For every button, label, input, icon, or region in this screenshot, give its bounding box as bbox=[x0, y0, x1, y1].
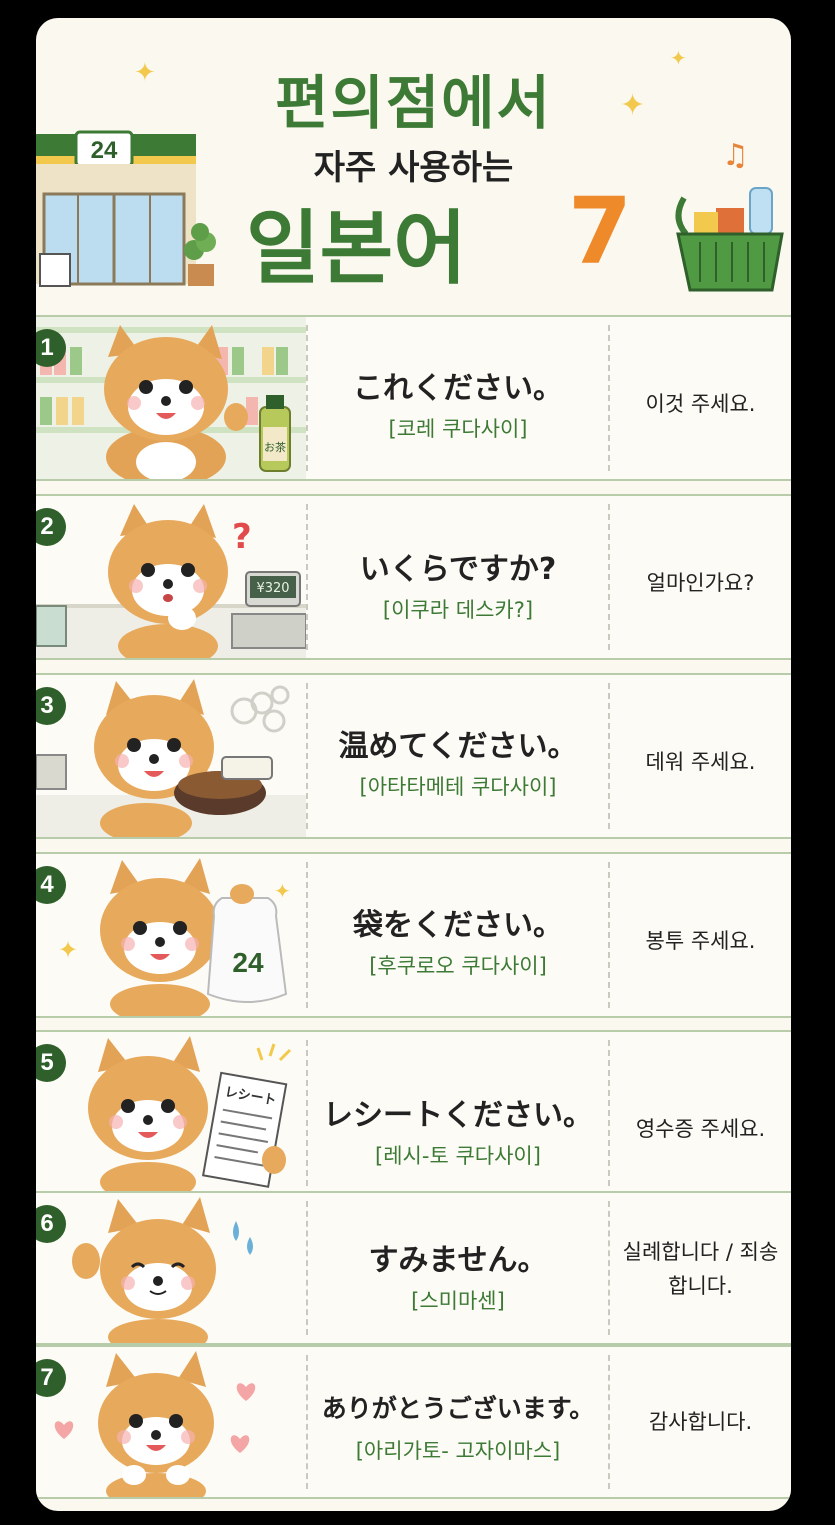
phrase-row-2: ? ¥320 2 いくらですか? [이쿠라 데스카?] 얼마인가요? bbox=[36, 494, 791, 660]
title-number: 7 bbox=[568, 178, 633, 285]
korean-meaning: 봉투 주세요. bbox=[645, 929, 756, 953]
phrase-row-7: 7 ありがとうございます。 [아리가토- 고자이마스] 감사합니다. bbox=[36, 1345, 791, 1499]
korean-meaning: 데워 주세요. bbox=[645, 750, 756, 774]
japanese-phrase: ありがとうございます。 bbox=[321, 1394, 595, 1423]
korean-meaning: 얼마인가요? bbox=[646, 571, 755, 595]
korean-meaning: 이것 주세요. bbox=[645, 392, 756, 416]
header: ✦ ✦ ✦ ♫ 편의점에서 자주 사용하는 일본어 7 24 bbox=[36, 18, 791, 314]
shiba-asking-illustration: ? ¥320 bbox=[36, 504, 306, 658]
shiba-thanks-illustration bbox=[54, 1351, 256, 1497]
korean-reading: [코레 쿠다사이] bbox=[388, 417, 528, 441]
store-sign: 24 bbox=[91, 137, 118, 164]
shiba-bento-illustration bbox=[36, 679, 306, 837]
question-mark-icon: ? bbox=[232, 517, 252, 557]
price-display: ¥320 bbox=[256, 581, 289, 596]
japanese-phrase: いくらですか? bbox=[359, 552, 557, 587]
japanese-phrase: すみません。 bbox=[368, 1243, 548, 1278]
korean-meaning: 실례합니다 / 죄송합니다. bbox=[622, 1240, 779, 1298]
shiba-bag-illustration: ✦ ✦ 24 bbox=[58, 858, 291, 1016]
shiba-pointing-illustration: お茶 bbox=[36, 317, 306, 479]
shiba-receipt-illustration: レシート bbox=[88, 1036, 292, 1194]
infographic-card: ✦ ✦ ✦ ♫ 편의점에서 자주 사용하는 일본어 7 24 お茶 1 これくだ… bbox=[36, 18, 791, 1511]
bottle-label: お茶 bbox=[264, 441, 286, 454]
korean-reading: [아리가토- 고자이마스] bbox=[355, 1439, 561, 1463]
phrase-row-5: レシート 5 レシートください。 [레시-토 쿠다사이] 영수증 주세요. bbox=[36, 1030, 791, 1196]
korean-reading: [레시-토 쿠다사이] bbox=[375, 1144, 541, 1168]
korean-reading: [아타타메테 쿠다사이] bbox=[359, 775, 557, 799]
shopping-basket-icon bbox=[675, 187, 784, 292]
japanese-phrase: 温めてください。 bbox=[338, 729, 578, 764]
japanese-phrase: これください。 bbox=[353, 371, 563, 406]
korean-meaning: 영수증 주세요. bbox=[635, 1117, 766, 1141]
phrase-row-4: ✦ ✦ 24 4 袋をください。 [후쿠로오 쿠다사이] 봉투 주세요. bbox=[36, 852, 791, 1018]
phrase-row-6: 6 すみません。 [스미마센] 실례합니다 / 죄송합니다. bbox=[36, 1191, 791, 1345]
sparkle-icon: ✦ bbox=[274, 879, 291, 903]
phrase-row-1: お茶 1 これください。 [코레 쿠다사이] 이것 주세요. bbox=[36, 315, 791, 481]
sparkle-icon: ✦ bbox=[58, 936, 78, 964]
shiba-waving-illustration bbox=[72, 1197, 253, 1343]
korean-reading: [스미마센] bbox=[411, 1289, 505, 1313]
title-line-3: 일본어 bbox=[246, 202, 467, 295]
japanese-phrase: 袋をください。 bbox=[353, 908, 563, 943]
korean-reading: [후쿠로오 쿠다사이] bbox=[369, 954, 547, 978]
convenience-store-icon: 24 bbox=[36, 130, 216, 287]
japanese-phrase: レシートください。 bbox=[323, 1098, 593, 1133]
korean-meaning: 감사합니다. bbox=[648, 1410, 753, 1434]
bag-label: 24 bbox=[232, 947, 264, 978]
korean-reading: [이쿠라 데스카?] bbox=[382, 598, 534, 622]
phrase-row-3: 3 温めてください。 [아타타메테 쿠다사이] 데워 주세요. bbox=[36, 673, 791, 839]
